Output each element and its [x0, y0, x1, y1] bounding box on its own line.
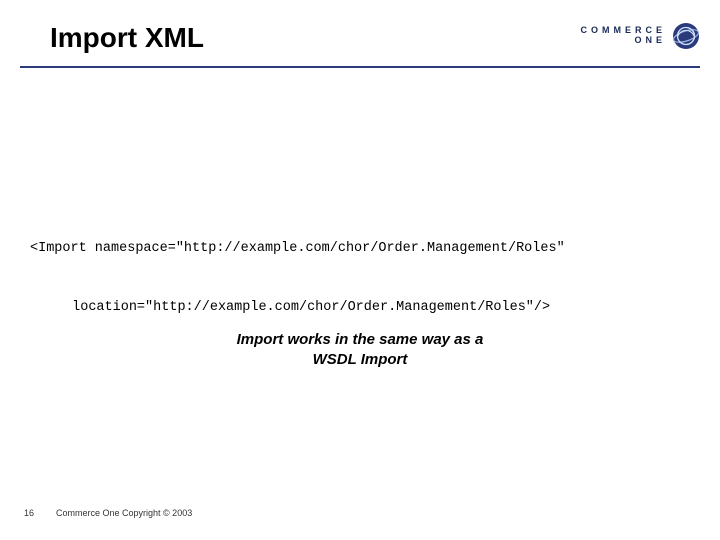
- globe-icon: [672, 22, 700, 50]
- code-line: location="http://example.com/chor/Order.…: [30, 298, 690, 318]
- copyright-text: Commerce One Copyright © 2003: [56, 508, 192, 518]
- code-line: <Import namespace="http://example.com/ch…: [30, 239, 690, 259]
- header: Import XML COMMERCE ONE: [50, 22, 700, 54]
- note-line: WSDL Import: [0, 350, 720, 370]
- footer: 16 Commerce One Copyright © 2003: [24, 508, 192, 518]
- brand-logo: COMMERCE ONE: [581, 22, 701, 50]
- slide-note: Import works in the same way as a WSDL I…: [0, 330, 720, 371]
- brand-logo-text: COMMERCE ONE: [581, 26, 667, 46]
- page-number: 16: [24, 508, 34, 518]
- slide: Import XML COMMERCE ONE <Import namespac…: [0, 0, 720, 540]
- title-divider: [20, 66, 700, 68]
- brand-logo-line2: ONE: [581, 36, 667, 46]
- note-line: Import works in the same way as a: [0, 330, 720, 350]
- page-title: Import XML: [50, 22, 204, 54]
